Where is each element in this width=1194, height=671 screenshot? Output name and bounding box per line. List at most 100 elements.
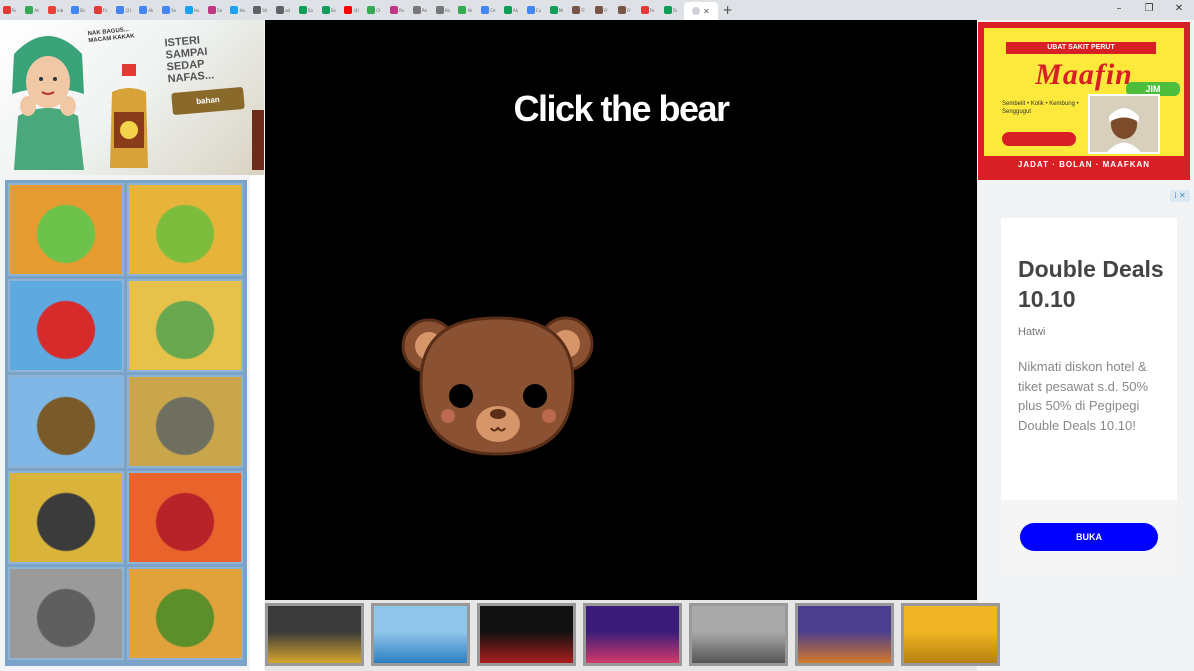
tab-label: Ak	[148, 7, 154, 13]
tab-label: Cu	[535, 7, 542, 13]
tab-label: ad	[285, 7, 291, 13]
favicon-icon	[390, 6, 399, 14]
game-tile-name: cut the rope	[129, 268, 160, 274]
loading-icon	[692, 7, 701, 15]
promo-card[interactable]: Double Deals 10.10 Hatwi Nikmati diskon …	[1001, 218, 1177, 574]
browser-tab[interactable]: Mi	[547, 2, 569, 18]
related-game-thumbnail[interactable]: silver car	[689, 603, 788, 666]
browser-tab[interactable]: Ge	[205, 2, 227, 18]
thumbnail-name: yellow car	[904, 657, 929, 663]
game-tile[interactable]: cut the rope	[127, 183, 243, 276]
browser-tab[interactable]: (2)	[114, 2, 136, 18]
game-tile[interactable]: bad piggies	[8, 183, 124, 276]
browser-tab[interactable]: Fe	[638, 2, 660, 18]
favicon-icon	[663, 6, 672, 14]
favicon-icon	[321, 6, 330, 14]
favicon-icon	[595, 6, 604, 14]
tab-label: Ce	[490, 7, 496, 13]
minimize-button[interactable]: –	[1104, 0, 1134, 20]
browser-tab[interactable]: Fa	[0, 2, 22, 18]
ad-brand-badge: bahan	[171, 86, 245, 116]
browser-tab[interactable]: Inb	[46, 2, 68, 18]
game-tile[interactable]: angry birds	[8, 279, 124, 372]
browser-tab[interactable]: Fr	[593, 2, 615, 18]
bear-face-icon[interactable]	[401, 312, 601, 462]
tab-label: (4)	[353, 7, 360, 13]
favicon-icon	[184, 6, 193, 14]
related-game-thumbnail[interactable]: bus	[371, 603, 470, 666]
game-canvas[interactable]: Click the bear	[265, 20, 977, 600]
related-game-thumbnail[interactable]: neon road	[583, 603, 682, 666]
browser-tab[interactable]: Sa	[296, 2, 318, 18]
browser-tab[interactable]: Cu	[524, 2, 546, 18]
related-game-thumbnail[interactable]: street race	[795, 603, 894, 666]
game-tile-name: fruit ninja	[129, 652, 153, 658]
favicon-icon	[298, 6, 307, 14]
tab-label: CI	[376, 7, 381, 13]
game-tile[interactable]: temple run	[8, 471, 124, 564]
browser-tab[interactable]: Sh	[251, 2, 273, 18]
browser-tab[interactable]: Re	[410, 2, 432, 18]
tab-label: Fr	[581, 7, 586, 13]
game-tile[interactable]: hero	[127, 471, 243, 564]
game-tile[interactable]: fruit ninja	[127, 567, 243, 660]
browser-tab[interactable]: Fr	[570, 2, 592, 18]
tab-label: Sa	[330, 7, 336, 13]
tab-label: Fri	[102, 7, 108, 13]
ad-copy: Sembelit • Kolik • Kembung • Senggugut	[1002, 101, 1079, 115]
related-game-thumbnail[interactable]: race dark	[477, 603, 576, 666]
game-tile[interactable]: clash	[8, 375, 124, 468]
browser-tab[interactable]: Ho	[433, 2, 455, 18]
browser-tab[interactable]: Ho	[182, 2, 204, 18]
close-window-button[interactable]: ✕	[1164, 0, 1194, 20]
tab-label: Ho	[444, 7, 451, 13]
tab-label: Fa	[11, 7, 16, 13]
active-tab[interactable]: ✕	[683, 2, 718, 20]
right-ad-banner[interactable]: UBAT SAKIT PERUT Maafin JIM Sembelit • K…	[978, 22, 1190, 180]
browser-tab[interactable]: Re	[388, 2, 410, 18]
favicon-icon	[344, 6, 353, 14]
favicon-icon	[458, 6, 467, 14]
new-tab-button[interactable]: +	[719, 3, 737, 17]
game-tile[interactable]: zombie	[127, 375, 243, 468]
close-tab-icon[interactable]: ✕	[703, 7, 710, 16]
browser-tab[interactable]: Ce	[479, 2, 501, 18]
browser-tab[interactable]: Fr	[616, 2, 638, 18]
left-ad-banner[interactable]: NAK BAGUS... MACAM KAKAK ISTERI SAMPAI S…	[0, 20, 264, 175]
game-tile[interactable]: plants zombies	[127, 279, 243, 372]
favicon-icon	[367, 6, 376, 14]
open-button[interactable]: BUKA	[1020, 523, 1158, 551]
game-tile-name: hero	[129, 556, 140, 562]
tab-label: Fe	[649, 7, 655, 13]
tab-label: (2)	[125, 7, 132, 13]
browser-tab[interactable]: (4)	[342, 2, 364, 18]
browser-tab[interactable]: Ak	[137, 2, 159, 18]
browser-tab[interactable]: Ak	[456, 2, 478, 18]
browser-tab[interactable]: Fri	[91, 2, 113, 18]
product-bottle	[110, 64, 148, 168]
ad-footer: JADAT · BOLAN · MAAFKAN	[1017, 160, 1151, 169]
ad-panel: UBAT SAKIT PERUT Maafin JIM Sembelit • K…	[984, 28, 1184, 156]
related-games-strip: taxi road bus race dark neon road silver car…	[265, 600, 1000, 671]
browser-tab[interactable]: Sh	[68, 2, 90, 18]
browser-tab[interactable]: Ak	[23, 2, 45, 18]
adchoices-icon[interactable]: i ✕	[1170, 190, 1190, 202]
related-game-thumbnail[interactable]: taxi road	[265, 603, 364, 666]
promo-description: Nikmati diskon hotel & tiket pesawat s.d…	[1018, 359, 1149, 433]
tab-label: Mi	[558, 7, 564, 13]
tab-label: Ak	[513, 7, 519, 13]
browser-tab[interactable]: CI	[365, 2, 387, 18]
favicon-icon	[230, 6, 239, 14]
thumbnail-name: street race	[798, 657, 825, 663]
browser-tab[interactable]: Ta	[661, 2, 683, 18]
restore-button[interactable]: ❐	[1134, 0, 1164, 20]
browser-tab[interactable]: Ak	[502, 2, 524, 18]
favicon-icon	[572, 6, 581, 14]
browser-tab[interactable]: ad	[274, 2, 296, 18]
browser-tab[interactable]: Ho	[228, 2, 250, 18]
browser-tab[interactable]: Sn	[160, 2, 182, 18]
browser-window: Fa Ak Inb Sh Fri (2) Ak Sn Ho Ge Ho Sh ad Sa Sa (4) CI Re…	[0, 0, 1194, 671]
game-tile[interactable]: talking tom	[8, 567, 124, 660]
related-game-thumbnail[interactable]: yellow car	[901, 603, 1000, 666]
browser-tab[interactable]: Sa	[319, 2, 341, 18]
